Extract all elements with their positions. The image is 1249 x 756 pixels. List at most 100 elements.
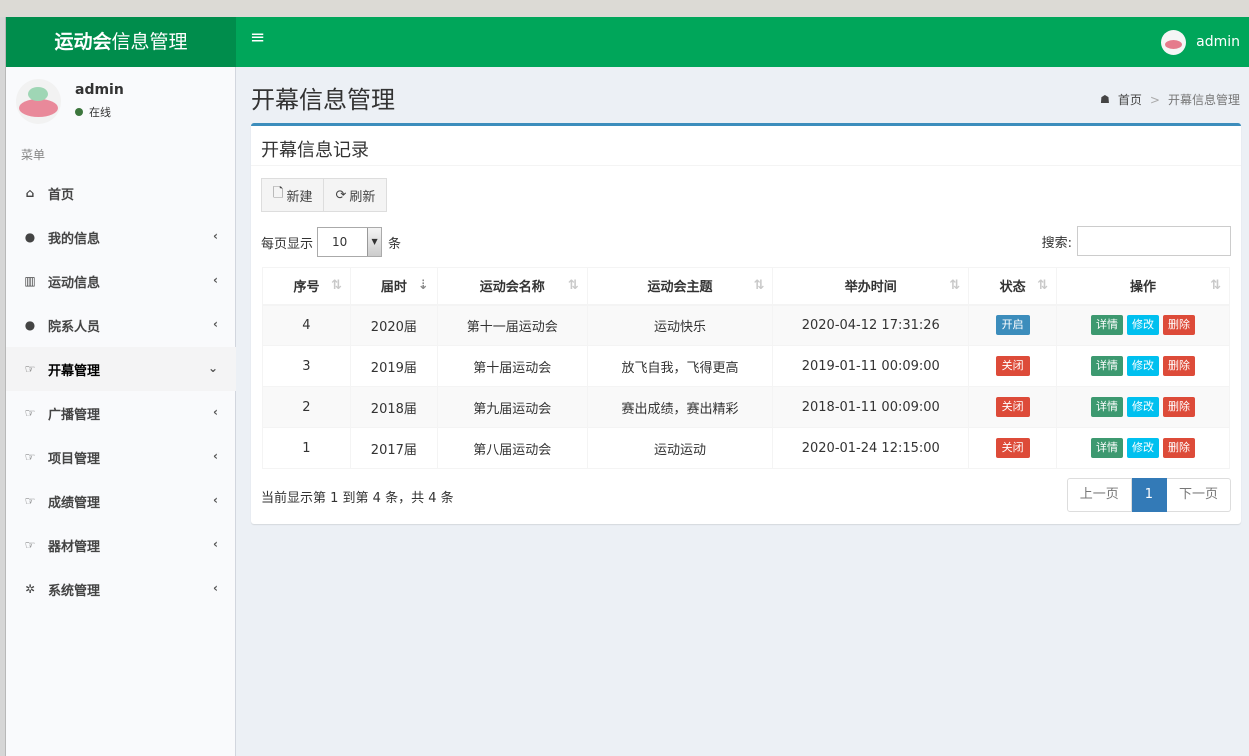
page-length-value: 10: [332, 235, 348, 249]
edit-button[interactable]: 修改: [1127, 397, 1160, 417]
sidebar-item-label: 开幕管理: [48, 363, 101, 379]
user-menu[interactable]: admin: [1161, 17, 1249, 67]
status-badge[interactable]: 关闭: [995, 397, 1030, 417]
column-header[interactable]: 序号 ⇅: [262, 267, 351, 306]
column-header[interactable]: 状态 ⇅: [968, 267, 1058, 306]
column-header[interactable]: 操作 ⇅: [1056, 267, 1230, 306]
cell-name: 第十届运动会: [436, 345, 588, 387]
cell-name: 第十一届运动会: [436, 304, 588, 346]
browser-top-strip: [0, 0, 1249, 17]
sort-icon: ⇅: [1037, 278, 1049, 293]
sort-icon: ⇅: [1210, 278, 1221, 293]
cell-time: 2020-04-12 17:31:26: [772, 304, 970, 346]
prev-page-button[interactable]: 上一页: [1066, 478, 1132, 512]
detail-button[interactable]: 详情: [1091, 356, 1124, 376]
user-icon: ●: [24, 230, 36, 244]
column-header-label: 运动会主题: [647, 280, 713, 296]
column-header-label: 状态: [999, 280, 1026, 296]
sidebar-item-label: 我的信息: [48, 231, 101, 247]
delete-button[interactable]: 删除: [1163, 356, 1196, 376]
detail-button[interactable]: 详情: [1091, 397, 1124, 417]
search-input[interactable]: [1077, 226, 1231, 256]
status-badge[interactable]: 开启: [995, 315, 1030, 336]
sidebar-item[interactable]: ☞ 开幕管理 ⌄: [6, 347, 236, 391]
chevron-down-icon: ⌄: [207, 361, 218, 375]
sidebar-item-label: 系统管理: [48, 583, 101, 599]
column-header[interactable]: 届时 ⇣: [349, 267, 438, 306]
refresh-icon: ⟳: [335, 187, 347, 203]
sidebar-item[interactable]: ☞ 广播管理 ‹: [6, 391, 236, 435]
cell-theme: 运动运动: [586, 427, 774, 469]
sidebar-item[interactable]: ⌂ 首页: [6, 171, 236, 215]
cell-actions: 详情 修改 删除: [1056, 345, 1230, 387]
refresh-button-label: 刷新: [349, 189, 376, 205]
refresh-button[interactable]: ⟳ 刷新: [324, 178, 388, 212]
page-length-select[interactable]: 10 ▼: [317, 227, 383, 257]
page-1-button[interactable]: 1: [1131, 478, 1167, 512]
breadcrumb-home[interactable]: 首页: [1118, 91, 1142, 108]
cell-id: 3: [262, 345, 351, 387]
cell-name: 第八届运动会: [436, 427, 588, 469]
table-body: 4 2020届 第十一届运动会 运动快乐 2020-04-12 17:31:26 开启 详情…: [262, 304, 1230, 469]
column-header-label: 序号: [293, 280, 320, 296]
breadcrumb-separator: >: [1149, 92, 1160, 107]
sort-icon: ⇅: [949, 278, 961, 293]
dashboard-icon: ☗: [1100, 93, 1110, 106]
table-row: 3 2019届 第十届运动会 放飞自我，飞得更高 2019-01-11 00:09:00…: [262, 345, 1230, 387]
status-badge[interactable]: 关闭: [995, 356, 1030, 376]
cell-id: 1: [262, 427, 351, 469]
online-status: 在线: [75, 104, 111, 120]
sidebar-item[interactable]: ● 院系人员 ‹: [6, 303, 236, 347]
length-prefix: 每页显示: [261, 236, 314, 252]
table-row: 1 2017届 第八届运动会 运动运动 2020-01-24 12:15:00 关闭 详情修…: [262, 427, 1230, 469]
cell-status: 关闭: [968, 427, 1058, 469]
chevron-left-icon: ‹: [213, 273, 218, 287]
detail-button[interactable]: 详情: [1091, 438, 1124, 458]
sort-icon: ⇅: [567, 278, 579, 293]
sort-icon: ⇅: [330, 278, 342, 293]
user-panel: admin 在线: [6, 67, 236, 132]
users-icon: ●: [24, 318, 36, 332]
records-table: 序号 ⇅ 届时 ⇣ 运动会名称 ⇅ 运动会主题 ⇅ 举办时间 ⇅ 状态 ⇅ 操作 ⇅ 4 2020届 第十一届…: [262, 267, 1230, 469]
hand-point-icon: ☞: [24, 450, 36, 464]
status-badge[interactable]: 关闭: [995, 438, 1030, 458]
edit-button[interactable]: 修改: [1127, 356, 1160, 376]
sidebar-item[interactable]: ☞ 项目管理 ‹: [6, 435, 236, 479]
sidebar-item[interactable]: ✲ 系统管理 ‹: [6, 567, 236, 611]
sidebar-user-name: admin: [75, 82, 124, 98]
column-header[interactable]: 运动会主题 ⇅: [586, 267, 774, 306]
cell-actions: 详情 修改 删除: [1056, 427, 1230, 469]
sidebar-avatar: [16, 79, 61, 124]
delete-button[interactable]: 删除: [1163, 438, 1196, 458]
sidebar-item[interactable]: ☞ 器材管理 ‹: [6, 523, 236, 567]
search-label: 搜索:: [1041, 235, 1072, 251]
delete-button[interactable]: 删除: [1163, 315, 1196, 336]
detail-button[interactable]: 详情: [1091, 315, 1124, 336]
table-header-row: 序号 ⇅ 届时 ⇣ 运动会名称 ⇅ 运动会主题 ⇅ 举办时间 ⇅ 状态 ⇅ 操作 ⇅: [262, 267, 1230, 306]
edit-button[interactable]: 修改: [1127, 438, 1160, 458]
column-header-label: 操作: [1130, 280, 1157, 296]
sidebar-item[interactable]: ● 我的信息 ‹: [6, 215, 236, 259]
cell-actions: 详情 修改 删除: [1056, 386, 1230, 428]
sidebar-item-label: 院系人员: [48, 319, 101, 335]
new-button[interactable]: 🗋 新建: [261, 178, 325, 212]
length-suffix: 条: [388, 236, 402, 252]
cell-session: 2019届: [349, 345, 438, 387]
column-header[interactable]: 举办时间 ⇅: [772, 267, 970, 306]
edit-button[interactable]: 修改: [1127, 315, 1160, 336]
cell-time: 2018-01-11 00:09:00: [772, 386, 970, 428]
sidebar-toggle-icon[interactable]: ≡: [250, 29, 265, 47]
column-header[interactable]: 运动会名称 ⇅: [436, 267, 588, 306]
page-title: 开幕信息管理: [251, 86, 395, 114]
cell-session: 2017届: [349, 427, 438, 469]
delete-button[interactable]: 删除: [1163, 397, 1196, 417]
next-page-button[interactable]: 下一页: [1166, 478, 1231, 512]
column-header-label: 运动会名称: [479, 280, 545, 296]
avatar: [1161, 29, 1187, 55]
sidebar-item[interactable]: ▥ 运动信息 ‹: [6, 259, 236, 303]
cell-session: 2018届: [349, 386, 438, 428]
cell-status: 关闭: [968, 386, 1058, 428]
app-logo[interactable]: 运动会信息管理: [6, 17, 236, 67]
cell-time: 2020-01-24 12:15:00: [772, 427, 970, 469]
sidebar-item[interactable]: ☞ 成绩管理 ‹: [6, 479, 236, 523]
